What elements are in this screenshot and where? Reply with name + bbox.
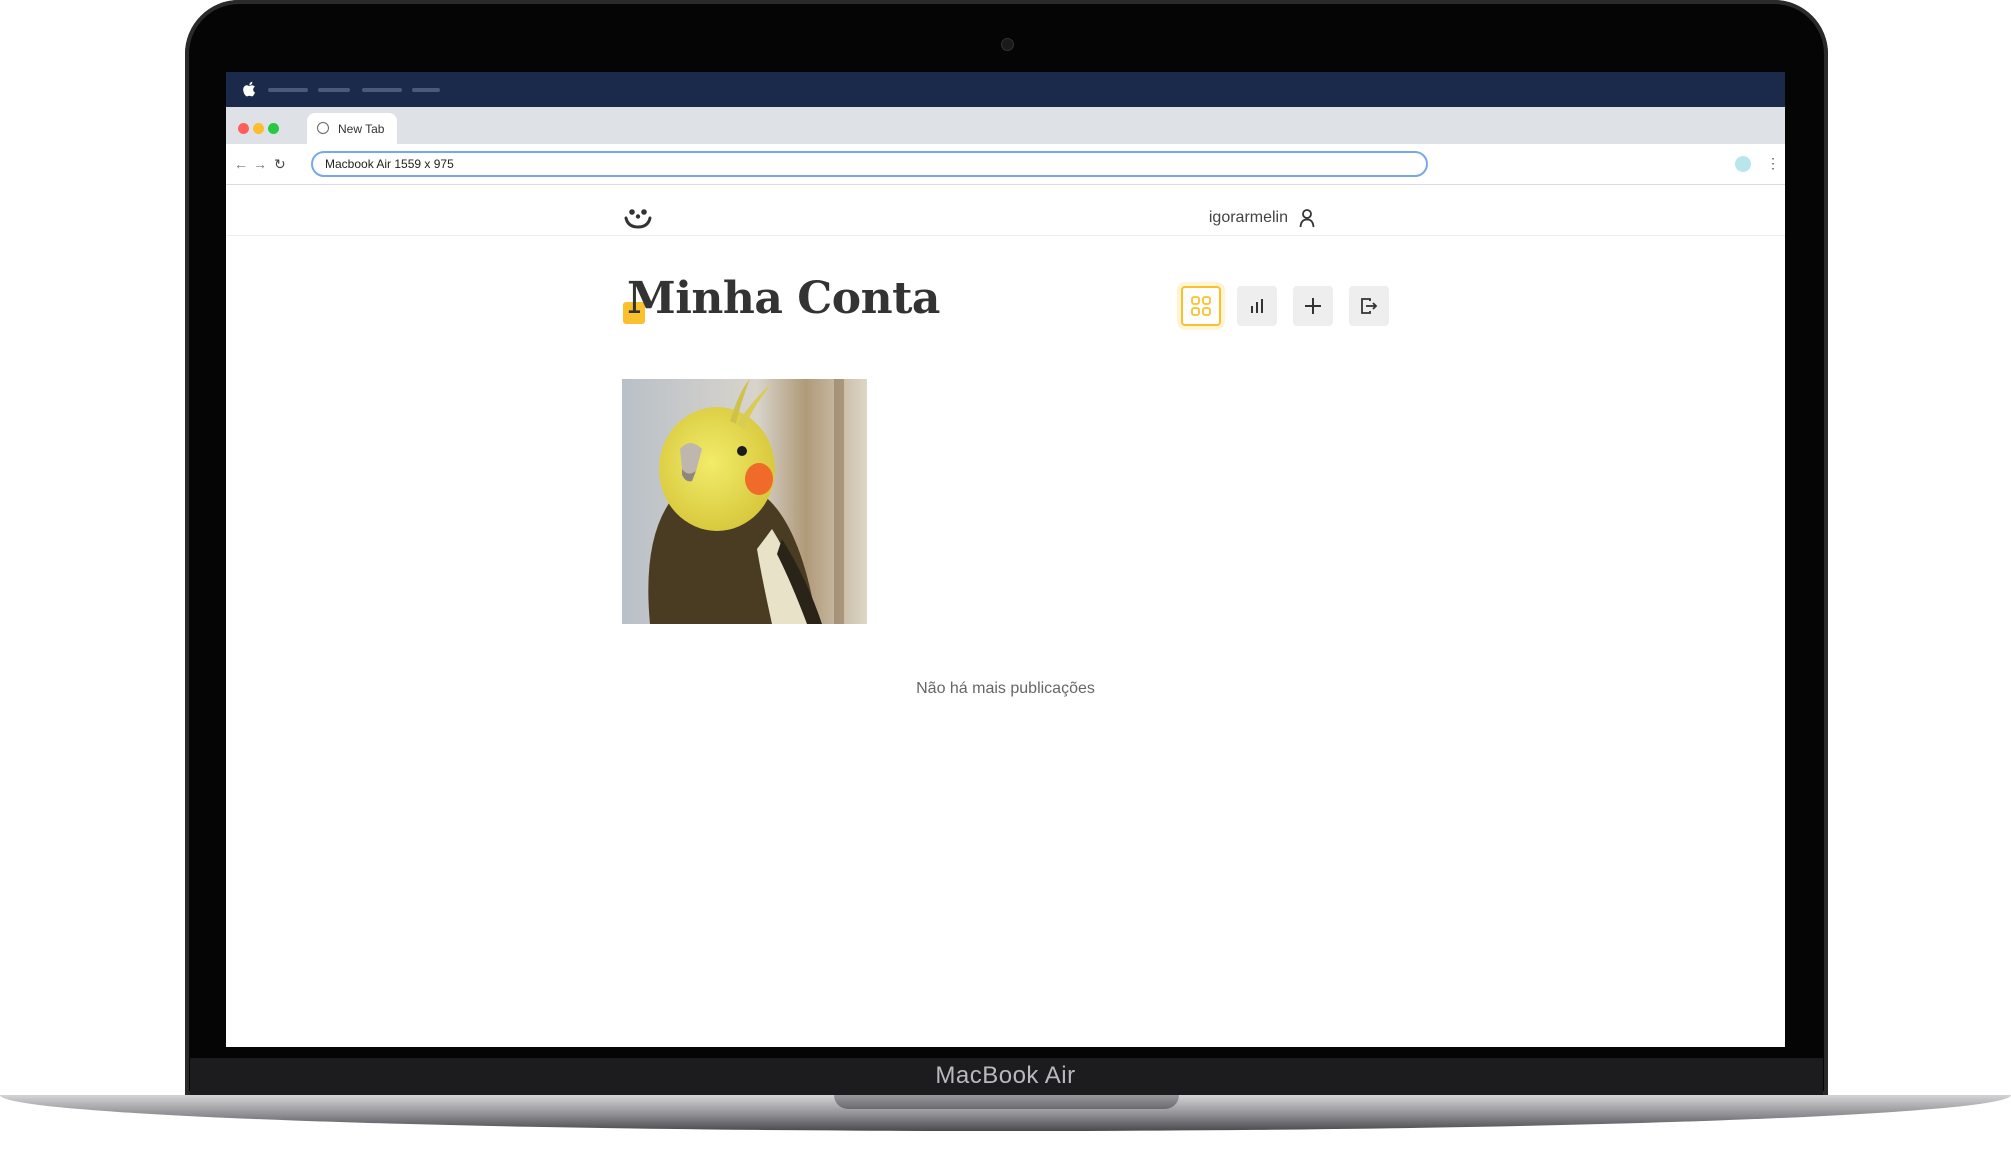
menu-item-placeholder[interactable] [412,88,440,92]
page-title: Minha Conta [627,273,940,324]
browser-tab-strip [226,107,1785,144]
profile-avatar-icon[interactable] [1735,156,1751,172]
forward-arrow-icon[interactable]: → [253,156,267,172]
feed-grid-button[interactable] [1181,286,1221,326]
back-arrow-icon[interactable]: ← [234,156,248,172]
apple-icon[interactable] [243,81,257,97]
macos-menu-bar [226,72,1785,107]
window-zoom-button[interactable] [268,123,279,134]
post-photo-cockatiel[interactable] [622,379,867,624]
menu-item-placeholder[interactable] [362,88,402,92]
kebab-menu-icon[interactable]: ⋮ [1766,155,1780,172]
plus-icon [1305,298,1321,314]
tab-title: New Tab [338,122,385,136]
reload-icon[interactable]: ↻ [274,156,286,173]
address-bar[interactable]: Macbook Air 1559 x 975 [311,151,1428,177]
dog-logo-icon[interactable] [623,207,653,231]
stats-button[interactable] [1237,286,1277,326]
window-minimize-button[interactable] [253,123,264,134]
laptop-hinge-notch [834,1095,1179,1109]
device-label: MacBook Air [935,1062,1076,1089]
bar-chart-icon [1251,299,1263,313]
grid-icon [1191,296,1211,316]
webcam [1001,38,1014,51]
site-header [226,185,1785,236]
menu-item-placeholder[interactable] [318,88,350,92]
globe-icon [317,122,329,134]
new-post-button[interactable] [1293,286,1333,326]
address-text: Macbook Air 1559 x 975 [325,157,454,171]
window-close-button[interactable] [238,123,249,134]
no-more-posts-message: Não há mais publicações [916,680,1095,697]
username-link[interactable]: igorarmelin [1048,209,1288,227]
menu-item-placeholder[interactable] [268,88,308,92]
logout-icon [1361,298,1378,314]
logout-button[interactable] [1349,286,1389,326]
user-icon[interactable] [1299,208,1315,228]
browser-tab[interactable]: New Tab [307,113,397,144]
laptop-screen: New Tab ← → ↻ Macbook Air 1559 x 975 ⋮ i… [226,72,1785,1047]
